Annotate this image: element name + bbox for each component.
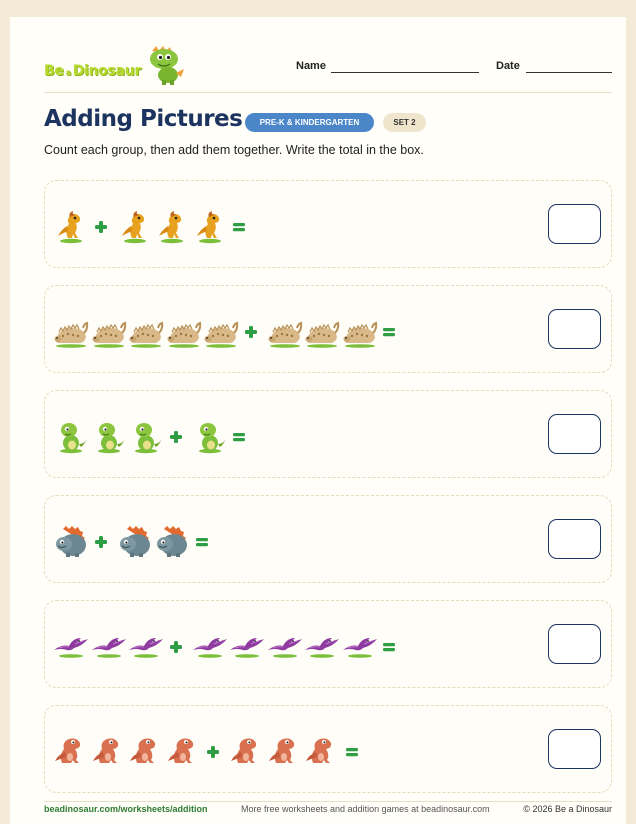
footer-divider	[44, 801, 612, 802]
purple-pterodactyl-icon	[267, 638, 302, 658]
gray-triceratops-icon	[56, 526, 86, 557]
equals-icon	[233, 223, 245, 232]
red-raptor-icon	[92, 738, 118, 763]
gray-triceratops-icon	[157, 526, 187, 557]
header-divider	[44, 92, 612, 93]
orange-raptor-icon	[159, 211, 183, 244]
orange-raptor-icon	[121, 211, 146, 244]
tan-ankylosaur-icon	[54, 321, 89, 348]
date-field[interactable]	[526, 72, 612, 73]
tan-ankylosaur-icon	[305, 321, 340, 348]
red-raptor-icon	[306, 738, 332, 763]
problem-row	[44, 180, 612, 268]
equals-icon	[383, 328, 395, 337]
answer-box[interactable]	[548, 204, 601, 244]
green-dino-icon	[60, 423, 87, 454]
footer-copyright: © 2026 Be a Dinosaur	[523, 804, 612, 814]
answer-box[interactable]	[548, 414, 601, 454]
tan-ankylosaur-icon	[167, 321, 201, 348]
page-title: Adding Pictures	[44, 106, 243, 132]
purple-pterodactyl-icon	[192, 638, 227, 658]
green-dino-icon	[198, 423, 226, 454]
tan-ankylosaur-icon	[343, 321, 377, 348]
problem-pictures	[45, 391, 525, 477]
tan-ankylosaur-icon	[268, 321, 302, 348]
red-raptor-icon	[268, 738, 294, 763]
grade-badge: PRE-K & KINDERGARTEN	[245, 113, 374, 132]
purple-pterodactyl-icon	[129, 638, 163, 658]
plus-icon	[169, 641, 182, 653]
purple-pterodactyl-icon	[54, 638, 88, 658]
logo[interactable]: Be a Dinosaur	[44, 45, 194, 85]
red-raptor-icon	[167, 738, 193, 763]
problem-pictures	[45, 496, 525, 582]
purple-pterodactyl-icon	[91, 638, 126, 658]
problem-pictures	[45, 706, 525, 792]
logo-dino-icon	[150, 46, 184, 85]
problem-pictures	[45, 286, 525, 372]
purple-pterodactyl-icon	[305, 638, 339, 658]
problem-pictures	[45, 601, 525, 687]
red-raptor-icon	[130, 738, 156, 763]
footer-promo: More free worksheets and addition games …	[241, 804, 490, 814]
plus-icon	[207, 746, 219, 758]
problem-row	[44, 705, 612, 793]
equals-icon	[383, 643, 395, 652]
equals-icon	[233, 433, 245, 442]
plus-icon	[244, 326, 257, 338]
problem-pictures	[45, 181, 525, 267]
equals-icon	[195, 538, 208, 547]
orange-raptor-icon	[196, 211, 221, 244]
answer-box[interactable]	[548, 729, 601, 769]
gray-triceratops-icon	[119, 526, 150, 557]
equals-icon	[345, 748, 358, 757]
problem-row	[44, 600, 612, 688]
green-dino-icon	[97, 423, 125, 454]
problem-row	[44, 285, 612, 373]
tan-ankylosaur-icon	[92, 321, 126, 348]
answer-box[interactable]	[548, 309, 601, 349]
footer-link[interactable]: beadinosaur.com/worksheets/addition	[44, 804, 208, 814]
answer-box[interactable]	[548, 624, 601, 664]
set-badge: SET 2	[383, 113, 426, 132]
problem-row	[44, 495, 612, 583]
purple-pterodactyl-icon	[230, 638, 264, 658]
plus-icon	[169, 431, 182, 443]
worksheet-page: Be a Dinosaur Name Date Adding Pictures PR…	[10, 17, 626, 824]
red-raptor-icon	[55, 738, 81, 763]
plus-icon	[94, 221, 107, 233]
tan-ankylosaur-icon	[204, 321, 239, 348]
tan-ankylosaur-icon	[129, 321, 164, 348]
red-raptor-icon	[231, 738, 257, 763]
plus-icon	[94, 536, 107, 548]
orange-raptor-icon	[58, 211, 82, 244]
green-dino-icon	[135, 423, 162, 454]
logo-text: Be a Dinosaur	[44, 63, 141, 79]
problem-row	[44, 390, 612, 478]
name-label: Name	[296, 60, 326, 72]
instructions: Count each group, then add them together…	[44, 143, 424, 157]
name-field[interactable]	[331, 72, 479, 73]
answer-box[interactable]	[548, 519, 601, 559]
purple-pterodactyl-icon	[342, 638, 377, 658]
date-label: Date	[496, 60, 520, 72]
